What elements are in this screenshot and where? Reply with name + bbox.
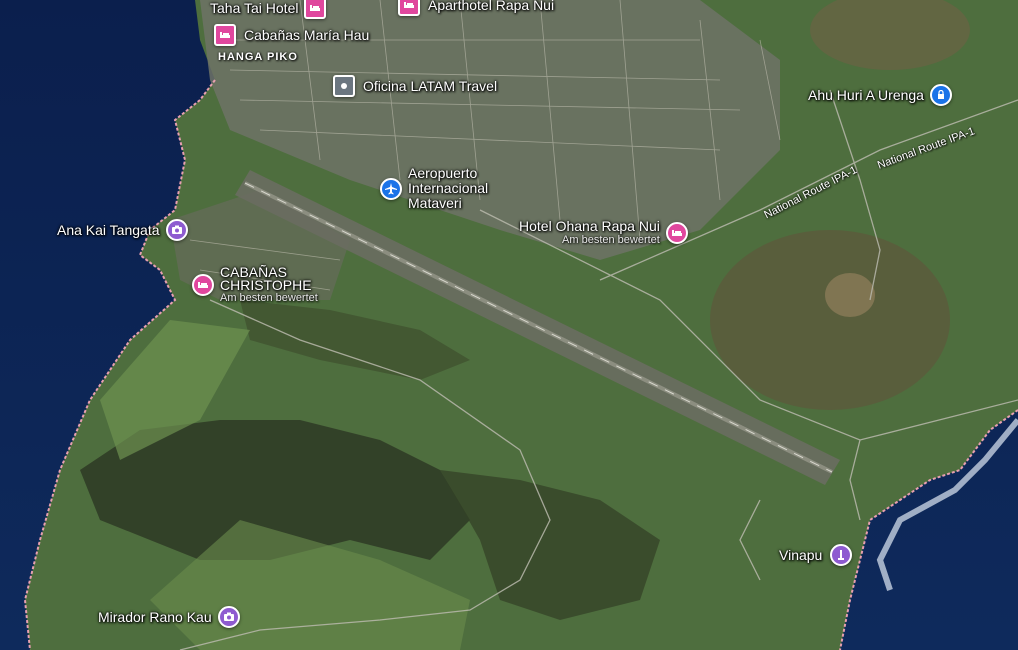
office-icon	[333, 75, 355, 97]
airport-icon	[380, 177, 402, 200]
poi-label: Aeropuerto Internacional Mataveri	[408, 165, 489, 211]
hotel-icon	[665, 221, 688, 244]
poi-taha-tai-hotel[interactable]: Taha Tai Hotel	[210, 0, 327, 19]
poi-label: Cabañas María Hau	[244, 26, 370, 43]
poi-oficina-latam-travel[interactable]: Oficina LATAM Travel	[333, 75, 497, 97]
landmark-icon	[929, 84, 952, 106]
hotel-icon	[214, 24, 236, 46]
poi-vinapu[interactable]: Vinapu	[779, 544, 853, 566]
poi-label: Vinapu	[779, 546, 823, 563]
poi-subtitle: Am besten bewertet	[562, 234, 660, 246]
poi-ahu-huri-a-urenga[interactable]: Ahu Huri A Urenga	[808, 84, 952, 106]
poi-hotel-ohana-rapa-nui[interactable]: Hotel Ohana Rapa Nui Am besten bewertet	[519, 219, 688, 246]
poi-ana-kai-tangata[interactable]: Ana Kai Tangata	[57, 219, 188, 241]
monument-icon	[830, 544, 853, 566]
poi-label: Ahu Huri A Urenga	[808, 86, 924, 103]
poi-aparthotel-rapa-nui[interactable]: Aparthotel Rapa Nui	[398, 0, 554, 16]
camera-icon	[165, 219, 188, 241]
poi-label: Hotel Ohana Rapa Nui	[519, 218, 660, 234]
camera-icon	[217, 606, 240, 628]
hotel-icon	[398, 0, 420, 16]
poi-aeropuerto-mataveri[interactable]: Aeropuerto Internacional Mataveri	[380, 166, 528, 211]
poi-label: Oficina LATAM Travel	[363, 77, 498, 94]
poi-label: CABAÑAS CHRISTOPHE	[220, 264, 312, 293]
poi-cabanas-maria-hau[interactable]: Cabañas María Hau	[214, 24, 369, 46]
poi-label: Aparthotel Rapa Nui	[428, 0, 555, 13]
area-label-hanga-piko: HANGA PIKO	[218, 51, 298, 63]
hotel-icon	[192, 274, 214, 296]
hotel-icon	[304, 0, 327, 19]
poi-label: Taha Tai Hotel	[210, 0, 299, 16]
poi-subtitle: Am besten bewertet	[220, 292, 318, 304]
crater	[825, 273, 875, 317]
poi-label: Ana Kai Tangata	[57, 221, 160, 238]
hill	[710, 230, 950, 410]
poi-mirador-rano-kau[interactable]: Mirador Rano Kau	[98, 606, 240, 628]
poi-cabanas-christophe[interactable]: CABAÑAS CHRISTOPHE Am besten bewertet	[192, 264, 318, 304]
poi-label: Mirador Rano Kau	[98, 608, 212, 625]
